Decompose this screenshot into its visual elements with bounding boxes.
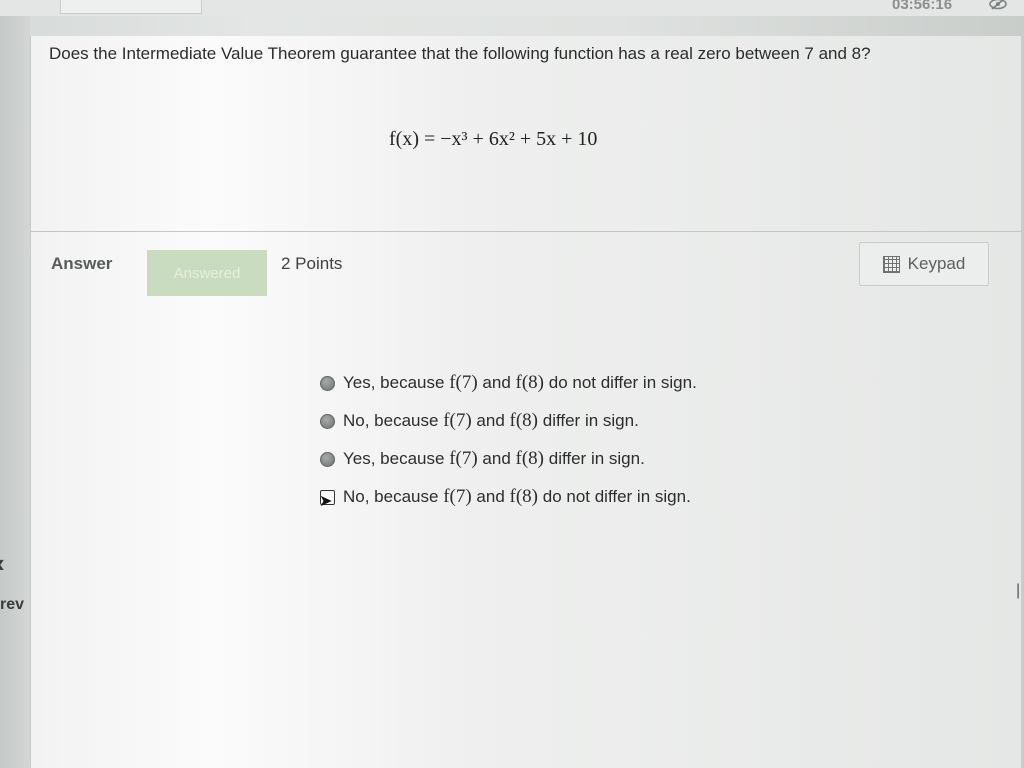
option-fn: f(8) bbox=[509, 410, 538, 431]
keypad-button[interactable]: Keypad bbox=[859, 242, 989, 286]
option-text: do not differ in sign. bbox=[542, 487, 691, 506]
option-text: and bbox=[476, 487, 505, 506]
radio-button[interactable] bbox=[320, 451, 335, 467]
option-text: differ in sign. bbox=[548, 449, 645, 468]
answer-options: Yes, because f(7) and f(8) do not differ… bbox=[319, 364, 697, 516]
option-fn: f(7) bbox=[449, 372, 478, 393]
option-text: No, because bbox=[343, 487, 439, 506]
top-tab[interactable] bbox=[60, 0, 202, 14]
option-fn: f(8) bbox=[515, 372, 544, 393]
prev-button-label[interactable]: rev bbox=[0, 596, 24, 614]
option-text: Yes, because bbox=[343, 373, 445, 392]
option-text: differ in sign. bbox=[542, 411, 639, 430]
left-margin bbox=[0, 0, 30, 768]
eye-slash-icon[interactable] bbox=[988, 0, 1010, 10]
right-edge-mark: | bbox=[1016, 582, 1021, 599]
question-text: Does the Intermediate Value Theorem guar… bbox=[49, 44, 871, 63]
formula: f(x) = −x³ + 6x² + 5x + 10 bbox=[389, 128, 597, 151]
answer-label: Answer bbox=[51, 254, 113, 273]
option-3[interactable]: Yes, because f(7) and f(8) differ in sig… bbox=[320, 440, 697, 478]
option-fn: f(8) bbox=[509, 486, 538, 507]
points-label: 2 Points bbox=[281, 254, 343, 273]
option-fn: f(7) bbox=[443, 410, 472, 431]
keypad-label: Keypad bbox=[907, 254, 966, 273]
radio-button[interactable] bbox=[320, 413, 335, 429]
status-badge: Answered bbox=[147, 250, 267, 296]
timer: 03:56:16 bbox=[892, 0, 953, 13]
chevron-left-icon[interactable]: ‹ bbox=[0, 548, 5, 579]
mouse-pointer-icon: ➤ bbox=[319, 492, 333, 510]
option-text: and bbox=[482, 449, 511, 468]
option-text: Yes, because bbox=[343, 449, 445, 468]
option-1[interactable]: Yes, because f(7) and f(8) do not differ… bbox=[320, 364, 697, 402]
option-fn: f(7) bbox=[443, 486, 472, 507]
screen: 03:56:16 ‹ rev Does the Intermediate Val… bbox=[0, 0, 1024, 768]
radio-button-selected[interactable]: ➤ bbox=[319, 489, 335, 510]
option-fn: f(8) bbox=[515, 448, 544, 469]
option-text: No, because bbox=[343, 411, 439, 430]
question-panel: Does the Intermediate Value Theorem guar… bbox=[31, 36, 1021, 232]
option-4[interactable]: ➤ No, because f(7) and f(8) do not diffe… bbox=[319, 478, 697, 516]
option-text: and bbox=[482, 373, 511, 392]
formula-lhs: f(x) = bbox=[389, 128, 436, 150]
option-2[interactable]: No, because f(7) and f(8) differ in sign… bbox=[320, 402, 697, 440]
radio-button[interactable] bbox=[320, 375, 335, 391]
option-text: and bbox=[476, 411, 505, 430]
option-fn: f(7) bbox=[449, 448, 478, 469]
question-card: Does the Intermediate Value Theorem guar… bbox=[30, 36, 1021, 768]
option-text: do not differ in sign. bbox=[548, 373, 697, 392]
calculator-icon bbox=[882, 255, 900, 273]
formula-rhs: −x³ + 6x² + 5x + 10 bbox=[440, 128, 598, 150]
